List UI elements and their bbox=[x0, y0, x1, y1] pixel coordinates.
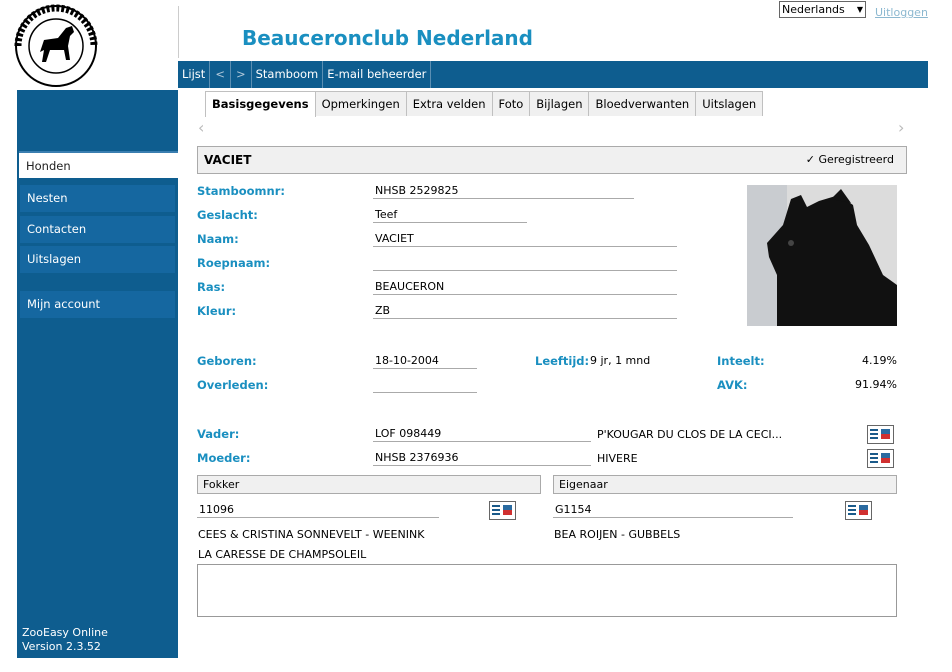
sidebar-item-honden[interactable]: Honden bbox=[19, 151, 178, 178]
moeder-name: HIVERE bbox=[597, 452, 638, 465]
geboren-label: Geboren: bbox=[197, 354, 257, 368]
vader-name: P'KOUGAR DU CLOS DE LA CECI... bbox=[597, 428, 783, 441]
vader-label: Vader: bbox=[197, 427, 240, 441]
eigenaar-card-icon[interactable] bbox=[845, 501, 872, 520]
dog-name-title: VACIET bbox=[204, 153, 252, 167]
site-title: Beauceronclub Nederland bbox=[242, 26, 533, 50]
chevron-down-icon: ▼ bbox=[856, 5, 863, 14]
overleden-field bbox=[373, 378, 477, 393]
fokker-card-icon[interactable] bbox=[489, 501, 516, 520]
notes-textarea[interactable] bbox=[197, 564, 897, 617]
registered-status: ✓ Geregistreerd bbox=[805, 153, 894, 166]
tab-bijlagen[interactable]: Bijlagen bbox=[529, 91, 590, 116]
fokker-kennel: LA CARESSE DE CHAMPSOLEIL bbox=[198, 548, 367, 561]
sidebar-item-nesten[interactable]: Nesten bbox=[20, 185, 175, 212]
tab-bloedverwanten[interactable]: Bloedverwanten bbox=[588, 91, 697, 116]
club-logo bbox=[14, 4, 98, 88]
dog-photo bbox=[747, 185, 897, 326]
avk-label: AVK: bbox=[717, 378, 748, 392]
product-name: ZooEasy Online bbox=[22, 626, 108, 639]
prev-button[interactable]: < bbox=[210, 61, 231, 88]
roepnaam-field bbox=[373, 256, 677, 271]
naam-field: VACIET bbox=[373, 232, 677, 247]
fokker-nr-field: 11096 bbox=[197, 503, 439, 518]
leeftijd-value: 9 jr, 1 mnd bbox=[590, 354, 651, 367]
tab-uitslagen[interactable]: Uitslagen bbox=[695, 91, 764, 116]
eigenaar-section-header: Eigenaar bbox=[553, 475, 897, 494]
dog-title-bar: VACIET ✓ Geregistreerd bbox=[197, 146, 907, 174]
geboren-field: 18-10-2004 bbox=[373, 354, 477, 369]
moeder-label: Moeder: bbox=[197, 451, 251, 465]
tab-extra-velden[interactable]: Extra velden bbox=[405, 91, 493, 116]
eigenaar-nr-field: G1154 bbox=[553, 503, 793, 518]
stamboomnr-field: NHSB 2529825 bbox=[373, 184, 634, 199]
toolbar: Lijst < > Stamboom E-mail beheerder bbox=[178, 61, 928, 88]
geslacht-label: Geslacht: bbox=[197, 208, 258, 222]
geslacht-field: Teef bbox=[373, 208, 527, 223]
language-select[interactable]: Nederlands ▼ bbox=[779, 1, 866, 18]
stamboomnr-label: Stamboomnr: bbox=[197, 184, 285, 198]
scroll-left-icon[interactable]: ‹ bbox=[198, 118, 204, 137]
leeftijd-label: Leeftijd: bbox=[535, 354, 590, 368]
inteelt-value: 4.19% bbox=[862, 354, 897, 367]
version-number: Version 2.3.52 bbox=[22, 640, 101, 653]
kleur-label: Kleur: bbox=[197, 304, 237, 318]
tab-opmerkingen[interactable]: Opmerkingen bbox=[314, 91, 407, 116]
sidebar: Honden Nesten Contacten Uitslagen Mijn a… bbox=[17, 90, 178, 658]
vader-nr-field: LOF 098449 bbox=[373, 427, 591, 442]
eigenaar-name: BEA ROIJEN - GUBBELS bbox=[554, 528, 681, 541]
pedigree-button[interactable]: Stamboom bbox=[252, 61, 324, 88]
tab-basisgegevens[interactable]: Basisgegevens bbox=[205, 91, 316, 117]
fokker-section-header: Fokker bbox=[197, 475, 541, 494]
list-button[interactable]: Lijst bbox=[178, 61, 211, 88]
overleden-label: Overleden: bbox=[197, 378, 269, 392]
avk-value: 91.94% bbox=[855, 378, 897, 391]
roepnaam-label: Roepnaam: bbox=[197, 256, 271, 270]
scroll-right-icon[interactable]: › bbox=[898, 118, 904, 137]
vader-card-icon[interactable] bbox=[867, 425, 894, 444]
version-info: ZooEasy Online Version 2.3.52 bbox=[22, 626, 108, 654]
tab-foto[interactable]: Foto bbox=[491, 91, 531, 116]
moeder-nr-field: NHSB 2376936 bbox=[373, 451, 591, 466]
logout-link[interactable]: Uitloggen bbox=[875, 6, 928, 19]
kleur-field: ZB bbox=[373, 304, 677, 319]
sidebar-item-contacten[interactable]: Contacten bbox=[20, 216, 175, 243]
next-button[interactable]: > bbox=[231, 61, 252, 88]
naam-label: Naam: bbox=[197, 232, 239, 246]
moeder-card-icon[interactable] bbox=[867, 449, 894, 468]
inteelt-label: Inteelt: bbox=[717, 354, 765, 368]
sidebar-item-uitslagen[interactable]: Uitslagen bbox=[20, 246, 175, 273]
ras-label: Ras: bbox=[197, 280, 226, 294]
header-divider bbox=[178, 6, 179, 58]
ras-field: BEAUCERON bbox=[373, 280, 677, 295]
sidebar-item-mijn-account[interactable]: Mijn account bbox=[20, 291, 175, 318]
email-admin-button[interactable]: E-mail beheerder bbox=[323, 61, 432, 88]
tab-bar: Basisgegevens Opmerkingen Extra velden F… bbox=[205, 91, 764, 117]
language-value: Nederlands bbox=[782, 3, 845, 16]
fokker-name: CEES & CRISTINA SONNEVELT - WEENINK bbox=[198, 528, 425, 541]
